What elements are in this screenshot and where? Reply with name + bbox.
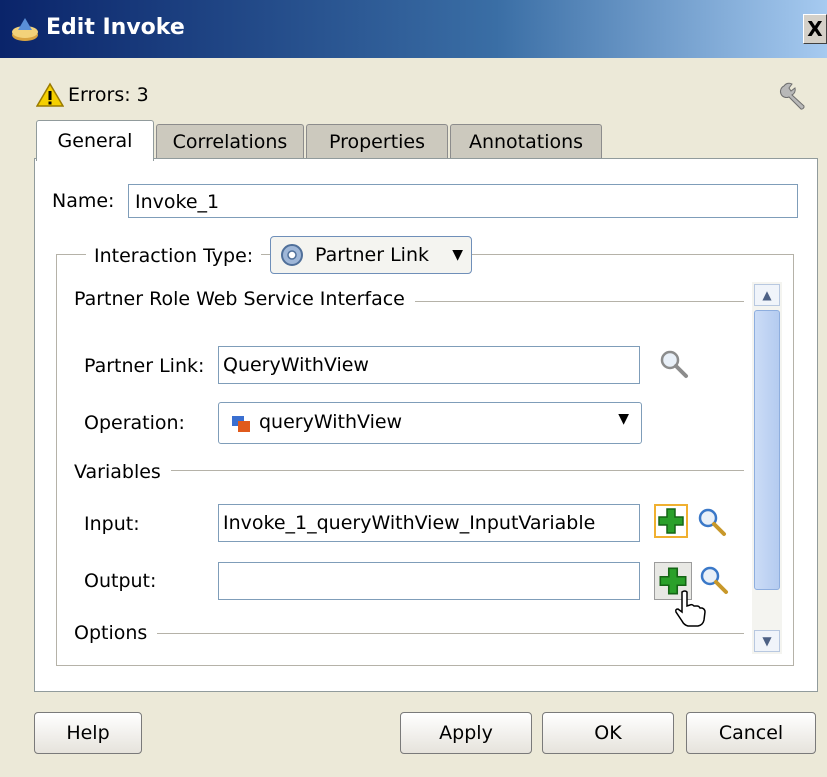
output-variable-field[interactable] (218, 562, 640, 600)
partner-link-field[interactable]: QueryWithView (218, 346, 640, 384)
title-bar[interactable]: Edit Invoke X (0, 0, 827, 58)
hand-cursor-icon (675, 590, 706, 627)
input-label: Input: (84, 513, 140, 535)
gear-icon (281, 244, 303, 266)
tab-properties[interactable]: Properties (306, 124, 448, 159)
search-icon[interactable] (656, 346, 692, 382)
vertical-scrollbar[interactable]: ▲ ▼ (752, 282, 782, 654)
chevron-down-icon: ▼ (618, 411, 629, 427)
add-icon[interactable] (654, 504, 688, 538)
variables-section-title: Variables (74, 461, 171, 483)
scroll-up-icon[interactable]: ▲ (754, 284, 780, 306)
section-divider (74, 470, 744, 471)
scroll-thumb[interactable] (754, 310, 780, 590)
name-label: Name: (52, 190, 115, 212)
input-variable-field[interactable]: Invoke_1_queryWithView_InputVariable (218, 504, 640, 542)
wrench-icon[interactable] (778, 78, 812, 112)
partner-role-section-title: Partner Role Web Service Interface (74, 288, 415, 310)
tab-correlations[interactable]: Correlations (156, 124, 304, 159)
window-title: Edit Invoke (46, 15, 185, 40)
operation-icon (232, 416, 250, 432)
chevron-down-icon: ▼ (452, 247, 463, 263)
name-input[interactable]: Invoke_1 (128, 184, 798, 218)
operation-select[interactable]: queryWithView ▼ (218, 402, 642, 444)
errors-status: Errors: 3 (36, 82, 336, 110)
invoke-app-icon (12, 18, 38, 41)
options-section-title: Options (74, 622, 158, 644)
warning-icon (36, 82, 64, 107)
search-icon[interactable] (694, 504, 730, 540)
cancel-button[interactable]: Cancel (686, 712, 816, 754)
operation-label: Operation: (84, 412, 185, 434)
ok-button[interactable]: OK (542, 712, 674, 754)
interaction-type-value: Partner Link (315, 244, 429, 266)
errors-label: Errors: 3 (68, 84, 149, 106)
tab-general[interactable]: General (36, 120, 154, 161)
interaction-type-label: Interaction Type: (86, 236, 262, 276)
operation-value: queryWithView (259, 411, 403, 433)
section-divider (74, 633, 744, 634)
apply-button[interactable]: Apply (400, 712, 532, 754)
interaction-type-dropdown[interactable]: Partner Link ▼ (270, 236, 472, 274)
output-label: Output: (84, 570, 157, 592)
scroll-down-icon[interactable]: ▼ (754, 630, 780, 652)
close-button[interactable]: X (803, 14, 827, 44)
close-icon[interactable]: X (807, 17, 822, 41)
help-button[interactable]: Help (34, 712, 142, 754)
tab-annotations[interactable]: Annotations (450, 124, 602, 159)
partner-link-label: Partner Link: (84, 355, 205, 377)
